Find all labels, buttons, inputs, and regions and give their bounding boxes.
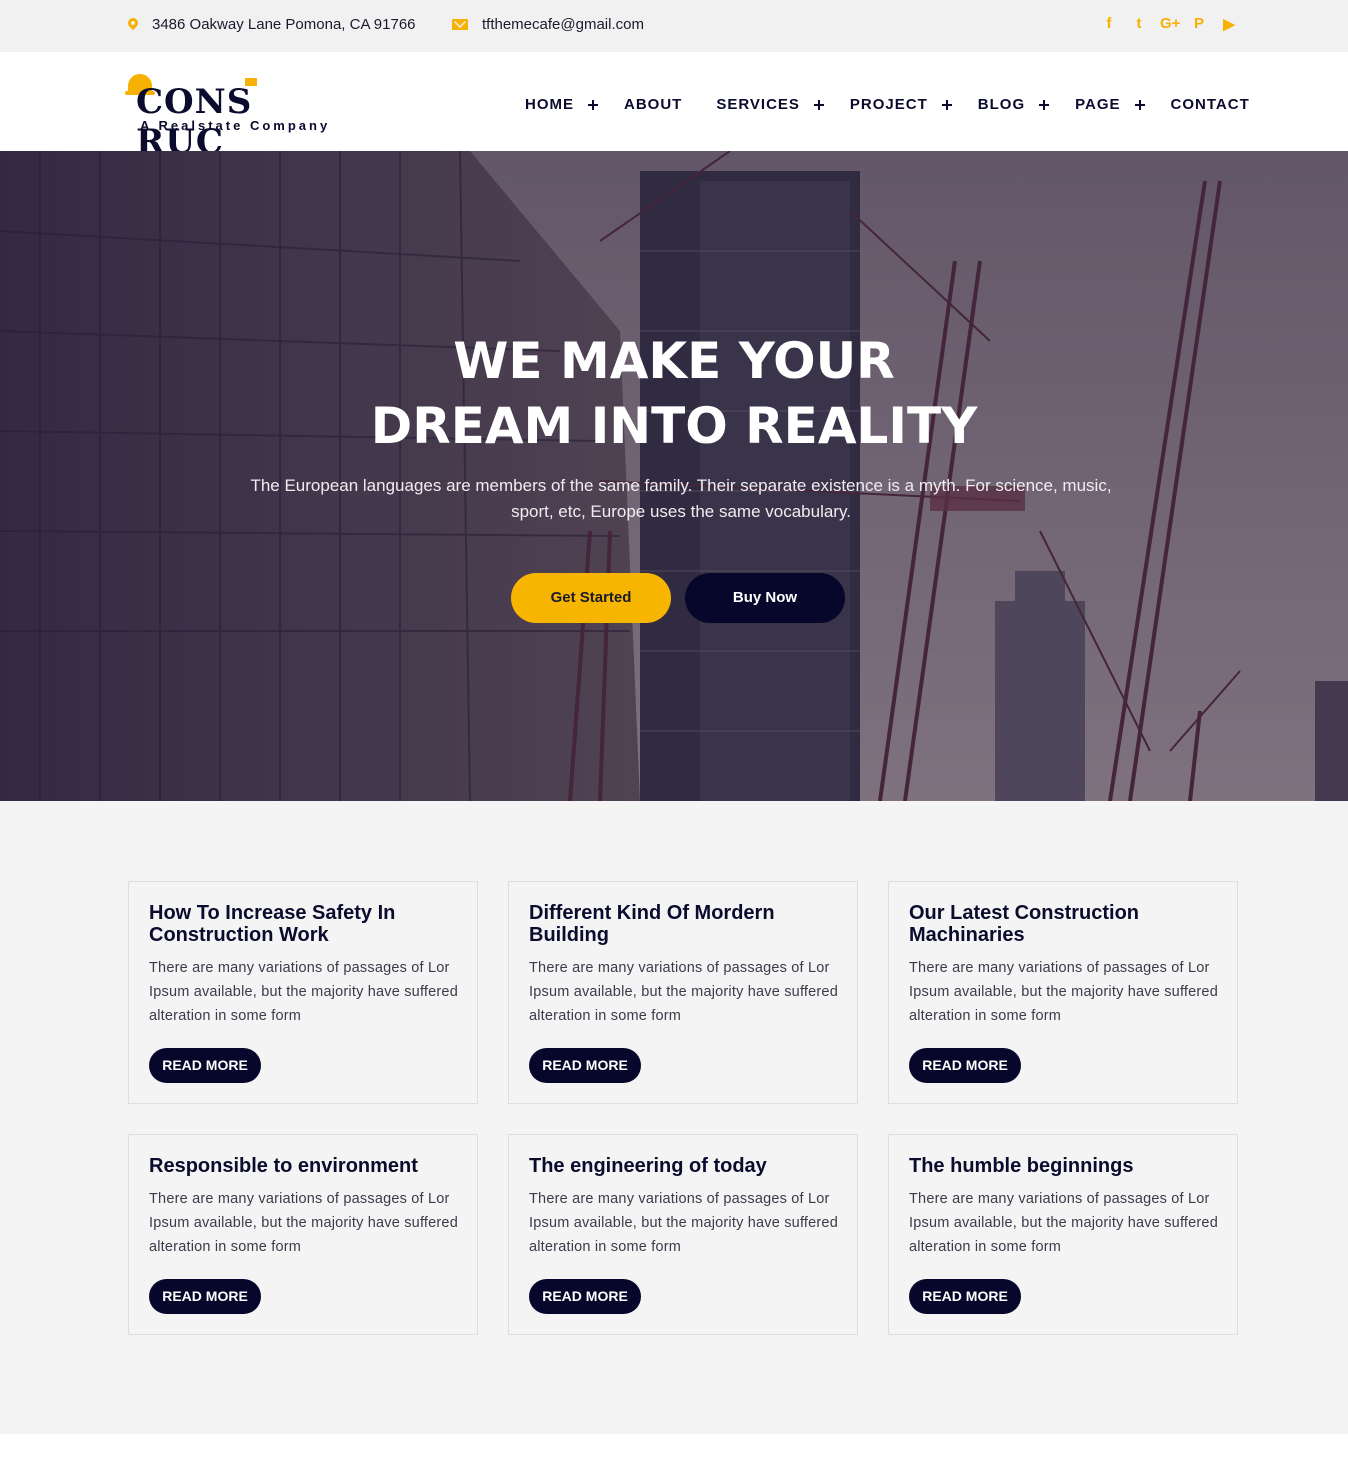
main-nav: HOME ABOUT SERVICES PROJECT BLOG PAGE CO… [525, 96, 1250, 113]
read-more-button[interactable]: READ MORE [529, 1279, 641, 1314]
nav-label[interactable]: PAGE [1075, 96, 1120, 113]
nav-item-project[interactable]: PROJECT [850, 96, 952, 113]
plus-icon[interactable] [941, 99, 952, 110]
service-card: Different Kind Of Mordern Building There… [508, 881, 858, 1104]
service-card: Our Latest Construction Machinaries Ther… [888, 881, 1238, 1104]
nav-label[interactable]: HOME [525, 96, 574, 113]
card-title[interactable]: The humble beginnings [909, 1155, 1219, 1177]
nav-label[interactable]: SERVICES [716, 96, 800, 113]
read-more-button[interactable]: READ MORE [149, 1048, 261, 1083]
nav-label[interactable]: PROJECT [850, 96, 928, 113]
twitter-icon[interactable]: t [1130, 15, 1148, 33]
site-logo[interactable]: CONS RUC A Realstate Company [125, 74, 348, 162]
buy-now-button[interactable]: Buy Now [685, 573, 845, 623]
address-text: 3486 Oakway Lane Pomona, CA 91766 [152, 16, 416, 33]
service-card: The engineering of today There are many … [508, 1134, 858, 1335]
card-title[interactable]: Our Latest Construction Machinaries [909, 902, 1219, 946]
social-links: f t G+ P ▶ [1100, 15, 1238, 33]
hero-subtitle: The European languages are members of th… [250, 476, 1112, 521]
card-title[interactable]: Responsible to environment [149, 1155, 459, 1177]
nav-label[interactable]: CONTACT [1171, 96, 1250, 113]
card-text: There are many variations of passages of… [529, 960, 838, 1024]
card-text: There are many variations of passages of… [529, 1191, 838, 1255]
nav-item-contact[interactable]: CONTACT [1171, 96, 1250, 113]
read-more-button[interactable]: READ MORE [909, 1279, 1021, 1314]
card-title[interactable]: The engineering of today [529, 1155, 839, 1177]
nav-label[interactable]: ABOUT [624, 96, 682, 113]
nav-item-home[interactable]: HOME [525, 96, 598, 113]
read-more-button[interactable]: READ MORE [909, 1048, 1021, 1083]
card-text: There are many variations of passages of… [149, 960, 458, 1024]
youtube-icon[interactable]: ▶ [1220, 15, 1238, 33]
service-card: How To Increase Safety In Construction W… [128, 881, 478, 1104]
envelope-icon [452, 19, 468, 30]
pinterest-icon[interactable]: P [1190, 15, 1208, 33]
google-plus-icon[interactable]: G+ [1160, 15, 1180, 33]
facebook-icon[interactable]: f [1100, 15, 1118, 33]
email-text[interactable]: tfthemecafe@gmail.com [482, 16, 644, 33]
service-card: Responsible to environment There are man… [128, 1134, 478, 1335]
read-more-button[interactable]: READ MORE [149, 1279, 261, 1314]
nav-item-services[interactable]: SERVICES [716, 96, 824, 113]
main-header: CONS RUC A Realstate Company HOME ABOUT … [0, 52, 1348, 162]
address-info: 3486 Oakway Lane Pomona, CA 91766 [128, 16, 416, 33]
plus-icon[interactable] [813, 99, 824, 110]
services-section: How To Increase Safety In Construction W… [0, 801, 1348, 1434]
nav-label[interactable]: BLOG [978, 96, 1025, 113]
nav-item-blog[interactable]: BLOG [978, 96, 1050, 113]
map-pin-icon [128, 18, 138, 32]
hero-title-line1: WE MAKE YOUR [453, 332, 895, 390]
hero-banner: WE MAKE YOUR DREAM INTO REALITY The Euro… [0, 151, 1348, 801]
plus-icon[interactable] [1134, 99, 1145, 110]
card-text: There are many variations of passages of… [149, 1191, 458, 1255]
top-bar: 3486 Oakway Lane Pomona, CA 91766 tfthem… [0, 0, 1348, 52]
card-title[interactable]: How To Increase Safety In Construction W… [149, 902, 459, 946]
nav-item-page[interactable]: PAGE [1075, 96, 1145, 113]
email-info[interactable]: tfthemecafe@gmail.com [452, 16, 644, 33]
get-started-button[interactable]: Get Started [511, 573, 671, 623]
hero-title-line2: DREAM INTO REALITY [370, 397, 978, 455]
read-more-button[interactable]: READ MORE [529, 1048, 641, 1083]
plus-icon[interactable] [1039, 99, 1050, 110]
card-text: There are many variations of passages of… [909, 1191, 1218, 1255]
logo-tagline: A Realstate Company [140, 118, 331, 133]
card-title[interactable]: Different Kind Of Mordern Building [529, 902, 839, 946]
card-text: There are many variations of passages of… [909, 960, 1218, 1024]
service-card: The humble beginnings There are many var… [888, 1134, 1238, 1335]
plus-icon[interactable] [588, 99, 598, 110]
nav-item-about[interactable]: ABOUT [624, 96, 682, 113]
